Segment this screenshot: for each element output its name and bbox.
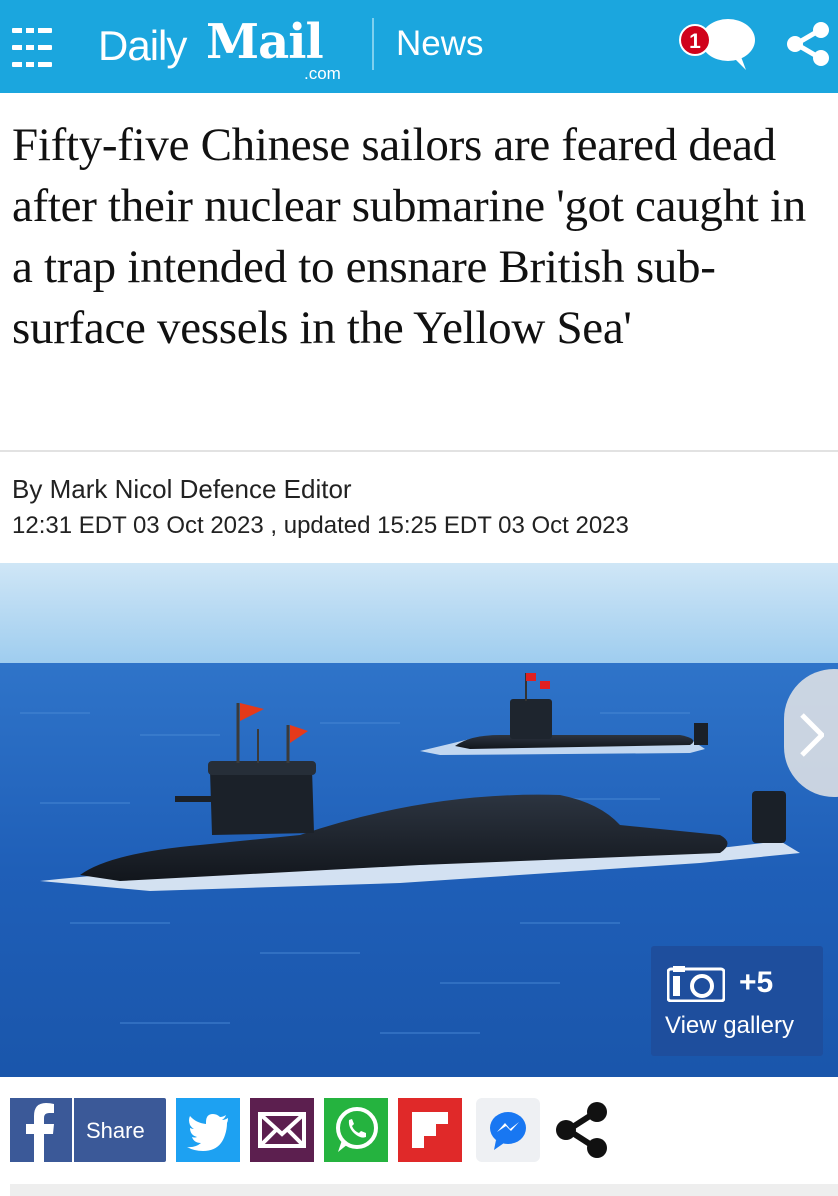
gallery-label: View gallery [665, 1012, 794, 1039]
headline-divider [0, 450, 838, 452]
author-link[interactable]: Mark Nicol Defence Editor [50, 474, 352, 504]
byline: By Mark Nicol Defence Editor [12, 474, 352, 505]
logo-com-text: .com [304, 64, 341, 83]
site-header: Daily Mail .com News 1 [0, 0, 838, 93]
next-image-button[interactable] [784, 669, 838, 797]
article-headline: Fifty-five Chinese sailors are feared de… [12, 119, 806, 354]
share-bar: Share [0, 1090, 838, 1170]
logo-daily-text: Daily [98, 22, 187, 69]
byline-prefix: By [12, 474, 50, 504]
logo-mail-text: Mail [206, 14, 324, 70]
share-icon[interactable] [552, 1098, 612, 1162]
gallery-count: +5 [739, 966, 774, 999]
chevron-right-icon [800, 713, 824, 757]
camera-icon [667, 966, 725, 1002]
article-image[interactable]: +5 View gallery [0, 563, 838, 1077]
email-icon[interactable] [250, 1098, 314, 1162]
share-icon[interactable] [784, 20, 832, 68]
whatsapp-icon[interactable] [324, 1098, 388, 1162]
view-gallery-button[interactable]: +5 View gallery [651, 946, 823, 1056]
menu-icon[interactable] [12, 26, 52, 70]
comments-button[interactable]: 1 [678, 14, 758, 72]
publish-dates: 12:31 EDT 03 Oct 2023 , updated 15:25 ED… [12, 512, 629, 539]
speech-bubble-icon: 1 [679, 19, 755, 70]
section-title[interactable]: News [396, 24, 484, 64]
messenger-icon[interactable] [476, 1098, 540, 1162]
comment-count: 1 [689, 30, 701, 53]
flipboard-icon[interactable] [398, 1098, 462, 1162]
header-divider [372, 18, 374, 70]
facebook-icon [10, 1098, 72, 1162]
facebook-share-button[interactable]: Share [10, 1098, 166, 1162]
facebook-share-label: Share [86, 1118, 145, 1143]
facebook-divider [72, 1098, 74, 1162]
twitter-icon[interactable] [176, 1098, 240, 1162]
bottom-strip [10, 1184, 838, 1196]
